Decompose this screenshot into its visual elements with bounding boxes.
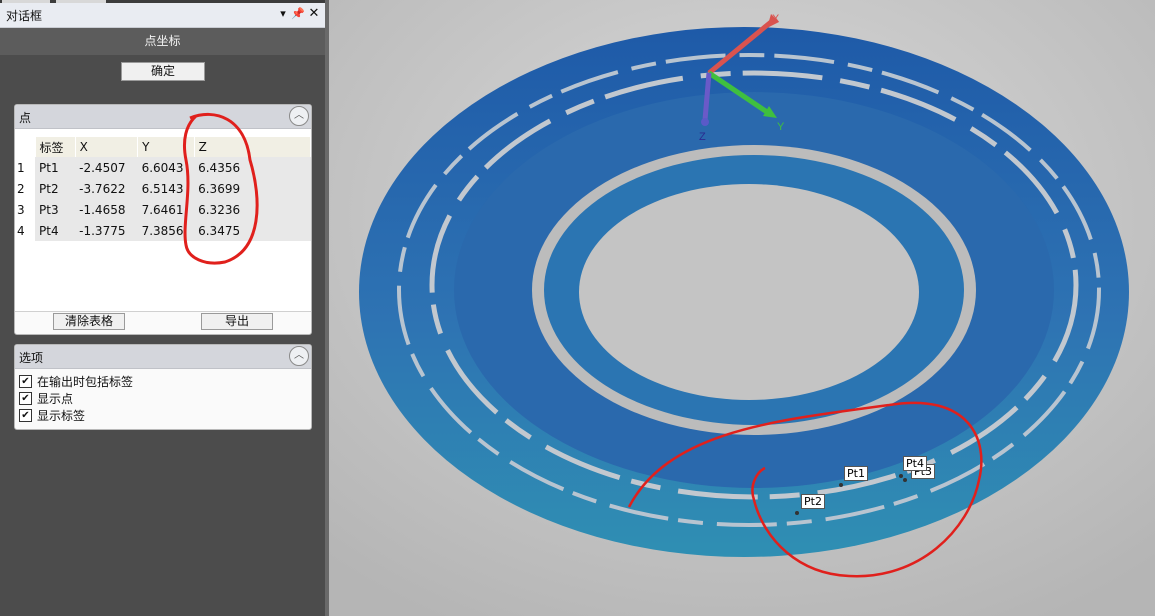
options-group-label: 选项 [19, 351, 44, 365]
cell-x[interactable]: -3.7622 [75, 178, 138, 199]
center-hole [579, 184, 919, 400]
column-header[interactable]: X [75, 137, 139, 157]
row-index-header [15, 137, 36, 157]
axis-label-y: Y [777, 121, 785, 133]
row-index: 4 [17, 223, 25, 238]
cell-y[interactable]: 7.3856 [137, 220, 195, 241]
row-index: 1 [17, 160, 25, 175]
cell-y[interactable]: 6.6043 [137, 157, 195, 178]
table-row[interactable]: 3 Pt3 -1.4658 7.6461 6.3236 [15, 199, 311, 220]
option-show-points[interactable]: ✔ 显示点 [15, 390, 311, 407]
point-marker[interactable] [839, 483, 843, 487]
cell-x[interactable]: -1.4658 [75, 199, 138, 220]
points-group-header[interactable]: 点 ︿ [15, 105, 311, 129]
point-marker[interactable] [899, 474, 903, 478]
collapse-icon[interactable]: ︿ [289, 346, 309, 366]
column-header[interactable]: Y [137, 137, 195, 157]
point-label[interactable]: Pt2 [801, 494, 825, 509]
option-show-labels[interactable]: ✔ 显示标签 [15, 407, 311, 424]
cell-z[interactable]: 6.3475 [194, 220, 311, 241]
option-label: 在输出时包括标签 [37, 375, 134, 389]
cell-x[interactable]: -1.3775 [75, 220, 138, 241]
cell-z[interactable]: 6.4356 [194, 157, 311, 178]
cell-label[interactable]: Pt4 [35, 220, 76, 241]
column-header[interactable]: 标签 [35, 137, 76, 157]
point-label[interactable]: Pt4 [903, 456, 927, 471]
point-marker[interactable] [795, 511, 799, 515]
points-table: 标签 X Y Z 1 Pt1 -2.4507 6.6043 6.4356 2 P… [15, 137, 311, 241]
points-group-label: 点 [19, 111, 32, 125]
cell-label[interactable]: Pt1 [35, 157, 76, 178]
cell-x[interactable]: -2.4507 [75, 157, 138, 178]
collapse-icon[interactable]: ︿ [289, 106, 309, 126]
dialog-title: 对话框 [6, 9, 43, 23]
3d-viewport[interactable]: X Y Z Pt1 Pt2 Pt3 Pt4 [329, 0, 1155, 616]
axis-label-z: Z [699, 131, 706, 143]
option-label: 显示标签 [37, 409, 86, 423]
cell-label[interactable]: Pt3 [35, 199, 76, 220]
option-label: 显示点 [37, 392, 74, 406]
cell-z[interactable]: 6.3236 [194, 199, 311, 220]
dialog-header: 点坐标 [0, 28, 325, 55]
checkbox-checked-icon[interactable]: ✔ [19, 392, 32, 405]
point-marker[interactable] [903, 478, 907, 482]
export-button[interactable]: 导出 [201, 313, 273, 330]
cell-y[interactable]: 7.6461 [137, 199, 195, 220]
scan-render: X Y Z [329, 0, 1155, 616]
clear-table-button[interactable]: 清除表格 [53, 313, 125, 330]
column-header[interactable]: Z [194, 137, 311, 157]
dropdown-icon[interactable]: ▾ [275, 6, 291, 22]
options-group: 选项 ︿ ✔ 在输出时包括标签 ✔ 显示点 ✔ 显示标签 [14, 344, 312, 430]
table-row[interactable]: 1 Pt1 -2.4507 6.6043 6.4356 [15, 157, 311, 178]
pin-icon[interactable]: 📌 [290, 6, 306, 22]
table-header-row: 标签 X Y Z [15, 137, 311, 157]
table-row[interactable]: 4 Pt4 -1.3775 7.3856 6.3475 [15, 220, 311, 241]
option-include-labels[interactable]: ✔ 在输出时包括标签 [15, 373, 311, 390]
checkbox-checked-icon[interactable]: ✔ [19, 375, 32, 388]
cell-label[interactable]: Pt2 [35, 178, 76, 199]
dialog-titlebar: 对话框 ▾ 📌 ✕ [0, 3, 325, 28]
ok-button[interactable]: 确定 [121, 62, 205, 81]
checkbox-checked-icon[interactable]: ✔ [19, 409, 32, 422]
table-row[interactable]: 2 Pt2 -3.7622 6.5143 6.3699 [15, 178, 311, 199]
point-label[interactable]: Pt1 [844, 466, 868, 481]
cell-y[interactable]: 6.5143 [137, 178, 195, 199]
row-index: 3 [17, 202, 25, 217]
row-index: 2 [17, 181, 25, 196]
close-icon[interactable]: ✕ [306, 6, 322, 22]
points-group: 点 ︿ 标签 X Y Z 1 Pt1 -2.4507 6.6043 6.4356… [14, 104, 312, 335]
dialog-panel: 对话框 ▾ 📌 ✕ 点坐标 确定 点 ︿ 标签 X Y Z 1 Pt1 -2.4… [0, 0, 329, 616]
options-group-header[interactable]: 选项 ︿ [15, 345, 311, 369]
axis-label-x: X [772, 13, 780, 25]
cell-z[interactable]: 6.3699 [194, 178, 311, 199]
